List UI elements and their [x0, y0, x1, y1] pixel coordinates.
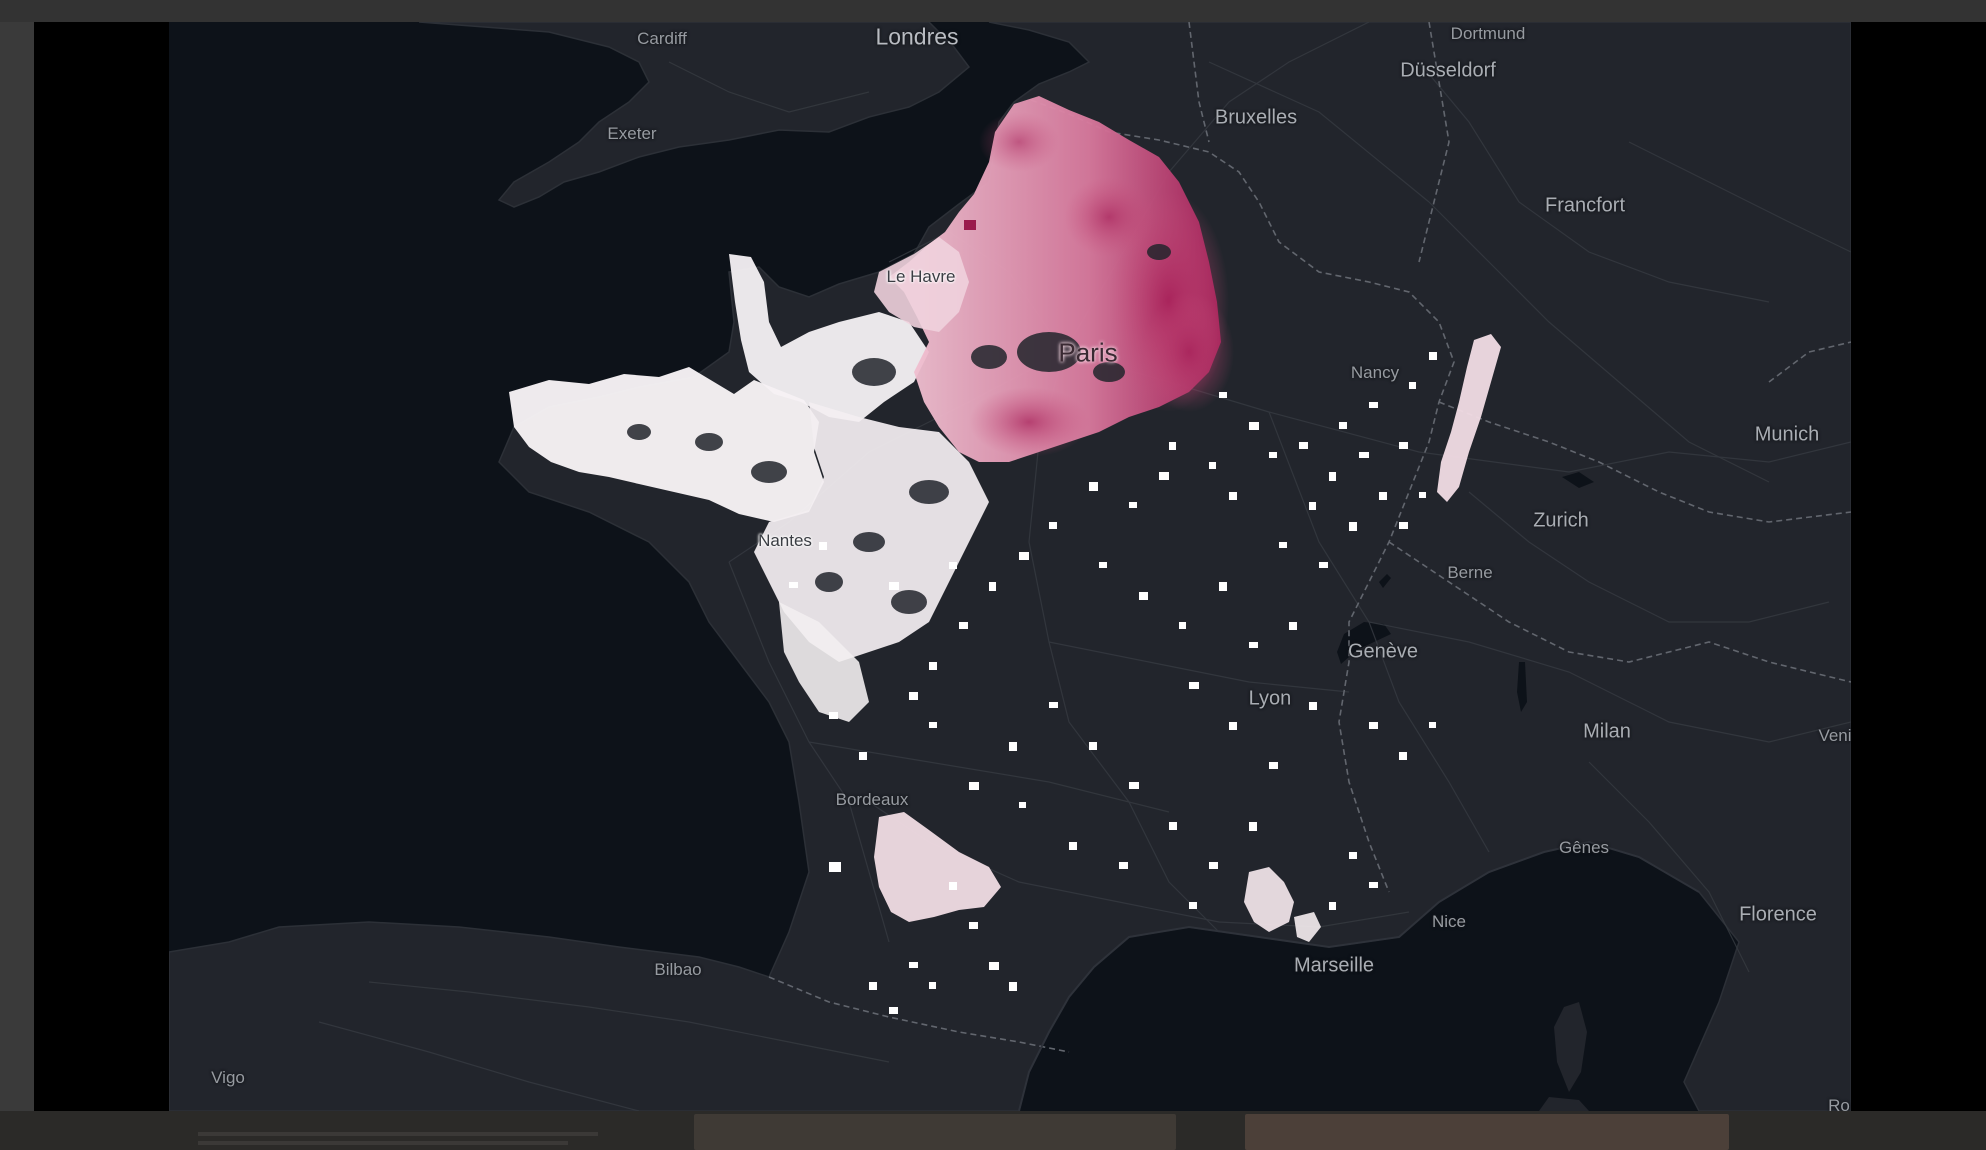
city-label-bilbao: Bilbao: [654, 960, 702, 979]
city-label-rome: Ro: [1828, 1096, 1850, 1111]
city-label-cardiff: Cardiff: [637, 29, 687, 48]
city-label-berne: Berne: [1447, 563, 1493, 582]
city-label-bordeaux: Bordeaux: [835, 790, 909, 809]
thumbnail-image[interactable]: [1245, 1114, 1729, 1150]
city-label-le-havre: Le Havre: [886, 267, 956, 286]
city-label-londres: Londres: [875, 23, 959, 50]
city-label-francfort: Francfort: [1544, 194, 1626, 217]
caption-text-line: [198, 1141, 568, 1145]
caption-text-line: [198, 1132, 598, 1136]
city-label-bruxelles: Bruxelles: [1214, 106, 1298, 129]
city-label-venise: Veni: [1818, 726, 1851, 745]
city-label-paris: Paris: [1058, 337, 1118, 368]
city-label-exeter: Exeter: [607, 124, 657, 143]
map-canvas[interactable]: Londres Cardiff Exeter Dortmund Düsseldo…: [169, 22, 1851, 1111]
basemap-svg: [169, 22, 1851, 1111]
city-label-nice: Nice: [1431, 912, 1467, 931]
city-label-zurich: Zurich: [1533, 509, 1589, 532]
hotspot-caux: [964, 220, 976, 230]
hotspot-picardie: [1064, 177, 1154, 257]
city-label-lyon: Lyon: [1248, 687, 1292, 710]
city-label-milan: Milan: [1583, 720, 1631, 743]
thumbnail-image[interactable]: [694, 1114, 1176, 1150]
letterbox-right: [1851, 22, 1986, 1111]
city-label-dusseldorf: Düsseldorf: [1400, 59, 1496, 82]
city-label-marseille: Marseille: [1293, 954, 1375, 977]
city-label-florence: Florence: [1739, 903, 1817, 926]
city-label-nancy: Nancy: [1350, 363, 1400, 382]
city-label-nantes: Nantes: [758, 531, 812, 550]
hotspot-centre: [969, 387, 1089, 457]
window-top-strip: [0, 0, 1986, 22]
hotspot-nord: [979, 112, 1059, 172]
city-label-vigo: Vigo: [211, 1068, 245, 1087]
letterbox-left: [34, 22, 169, 1111]
city-label-munich: Munich: [1754, 423, 1820, 446]
city-label-dortmund: Dortmund: [1450, 24, 1526, 43]
city-label-geneve: Genève: [1347, 640, 1419, 663]
city-label-genes: Gênes: [1558, 838, 1610, 857]
